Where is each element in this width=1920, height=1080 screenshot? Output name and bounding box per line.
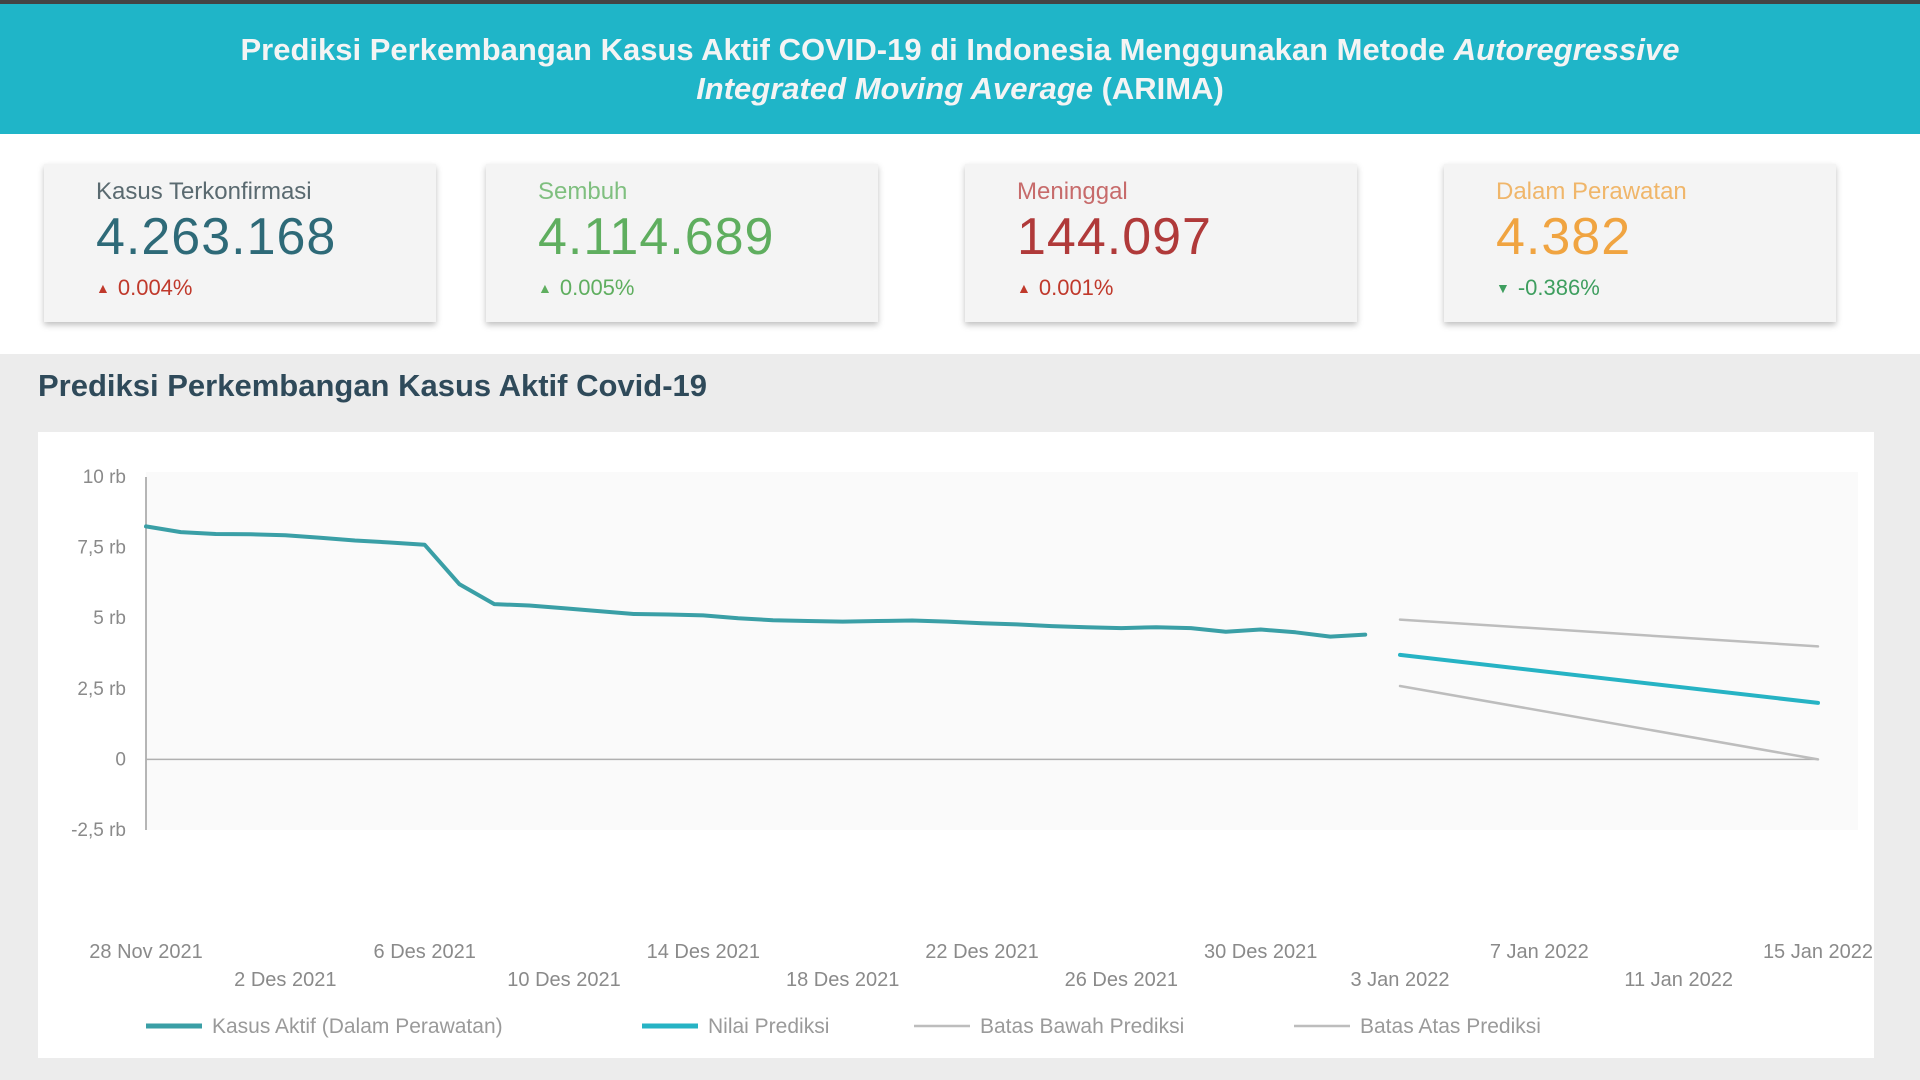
header-title-line-2: Integrated Moving Average (ARIMA) [696, 69, 1224, 108]
card-change: ▼ -0.386% [1496, 274, 1836, 302]
card-label: Sembuh [538, 178, 628, 205]
y-tick-label: 7,5 rb [77, 538, 126, 559]
header-title-line-1: Prediksi Perkembangan Kasus Aktif COVID-… [240, 30, 1679, 69]
y-tick-label: 0 [115, 749, 126, 770]
arrow-down-icon: ▼ [1496, 280, 1510, 296]
chart-panel: 10 rb 7,5 rb 5 rb 2,5 rb 0 -2,5 rb 28 Nov 2021… [38, 432, 1874, 1058]
card-label: Dalam Perawatan [1496, 178, 1687, 205]
x-tick-label: 28 Nov 2021 [89, 941, 202, 963]
x-tick-label: 26 Des 2021 [1065, 969, 1178, 991]
x-tick-label: 2 Des 2021 [234, 969, 336, 991]
header-title-italic-2: Integrated Moving Average [696, 71, 1093, 106]
header-title-main: Prediksi Perkembangan Kasus Aktif COVID-… [240, 32, 1454, 67]
legend-label: Batas Bawah Prediksi [980, 1015, 1184, 1038]
x-tick-label: 7 Jan 2022 [1490, 941, 1589, 963]
card-change-value: 0.005% [559, 275, 635, 300]
card-meninggal: Meninggal 144.097 ▲ 0.001% [965, 164, 1357, 322]
card-change: ▲ 0.001% [1017, 274, 1357, 302]
arrow-up-icon: ▲ [96, 280, 110, 296]
dashboard-header: Prediksi Perkembangan Kasus Aktif COVID-… [0, 0, 1920, 134]
card-value: 144.097 [1017, 208, 1212, 266]
line-chart: 10 rb 7,5 rb 5 rb 2,5 rb 0 -2,5 rb 28 Nov 2021… [71, 467, 1873, 1038]
y-tick-label: 2,5 rb [77, 679, 126, 700]
x-tick-label: 11 Jan 2022 [1624, 969, 1733, 991]
card-sembuh: Sembuh 4.114.689 ▲ 0.005% [486, 164, 878, 322]
card-change: ▲ 0.005% [538, 274, 878, 302]
legend-label: Kasus Aktif (Dalam Perawatan) [212, 1015, 503, 1038]
header-title-italic-1: Autoregressive [1453, 32, 1680, 67]
card-change-value: -0.386% [1517, 275, 1600, 300]
arrow-up-icon: ▲ [538, 280, 552, 296]
x-tick-label: 6 Des 2021 [374, 941, 476, 963]
x-tick-label: 10 Des 2021 [507, 969, 620, 991]
y-tick-label: -2,5 rb [71, 820, 126, 841]
x-tick-label: 15 Jan 2022 [1763, 941, 1873, 963]
x-tick-label: 14 Des 2021 [647, 941, 760, 963]
card-label: Kasus Terkonfirmasi [96, 178, 312, 205]
header-title-suffix: (ARIMA) [1092, 71, 1224, 106]
x-tick-label: 18 Des 2021 [786, 969, 899, 991]
arrow-up-icon: ▲ [1017, 280, 1031, 296]
legend-label: Batas Atas Prediksi [1360, 1015, 1541, 1038]
chart-section: Prediksi Perkembangan Kasus Aktif Covid-… [0, 354, 1920, 1080]
card-label: Meninggal [1017, 178, 1128, 205]
card-change-value: 0.001% [1038, 275, 1114, 300]
card-value: 4.263.168 [96, 208, 337, 266]
summary-cards: Kasus Terkonfirmasi 4.263.168 ▲ 0.004% Se… [0, 134, 1920, 354]
y-tick-label: 5 rb [93, 608, 126, 629]
card-change: ▲ 0.004% [96, 274, 436, 302]
section-title: Prediksi Perkembangan Kasus Aktif Covid-… [38, 368, 708, 403]
x-tick-label: 3 Jan 2022 [1351, 969, 1450, 991]
x-tick-label: 22 Des 2021 [925, 941, 1038, 963]
plot-area [146, 472, 1858, 830]
card-dalam-perawatan: Dalam Perawatan 4.382 ▼ -0.386% [1444, 164, 1836, 322]
y-tick-label: 10 rb [83, 467, 126, 488]
card-change-value: 0.004% [117, 275, 193, 300]
card-value: 4.382 [1496, 208, 1632, 266]
x-tick-label: 30 Des 2021 [1204, 941, 1317, 963]
card-kasus-terkonfirmasi: Kasus Terkonfirmasi 4.263.168 ▲ 0.004% [44, 164, 436, 322]
legend-label: Nilai Prediksi [708, 1015, 829, 1038]
card-value: 4.114.689 [538, 208, 775, 266]
